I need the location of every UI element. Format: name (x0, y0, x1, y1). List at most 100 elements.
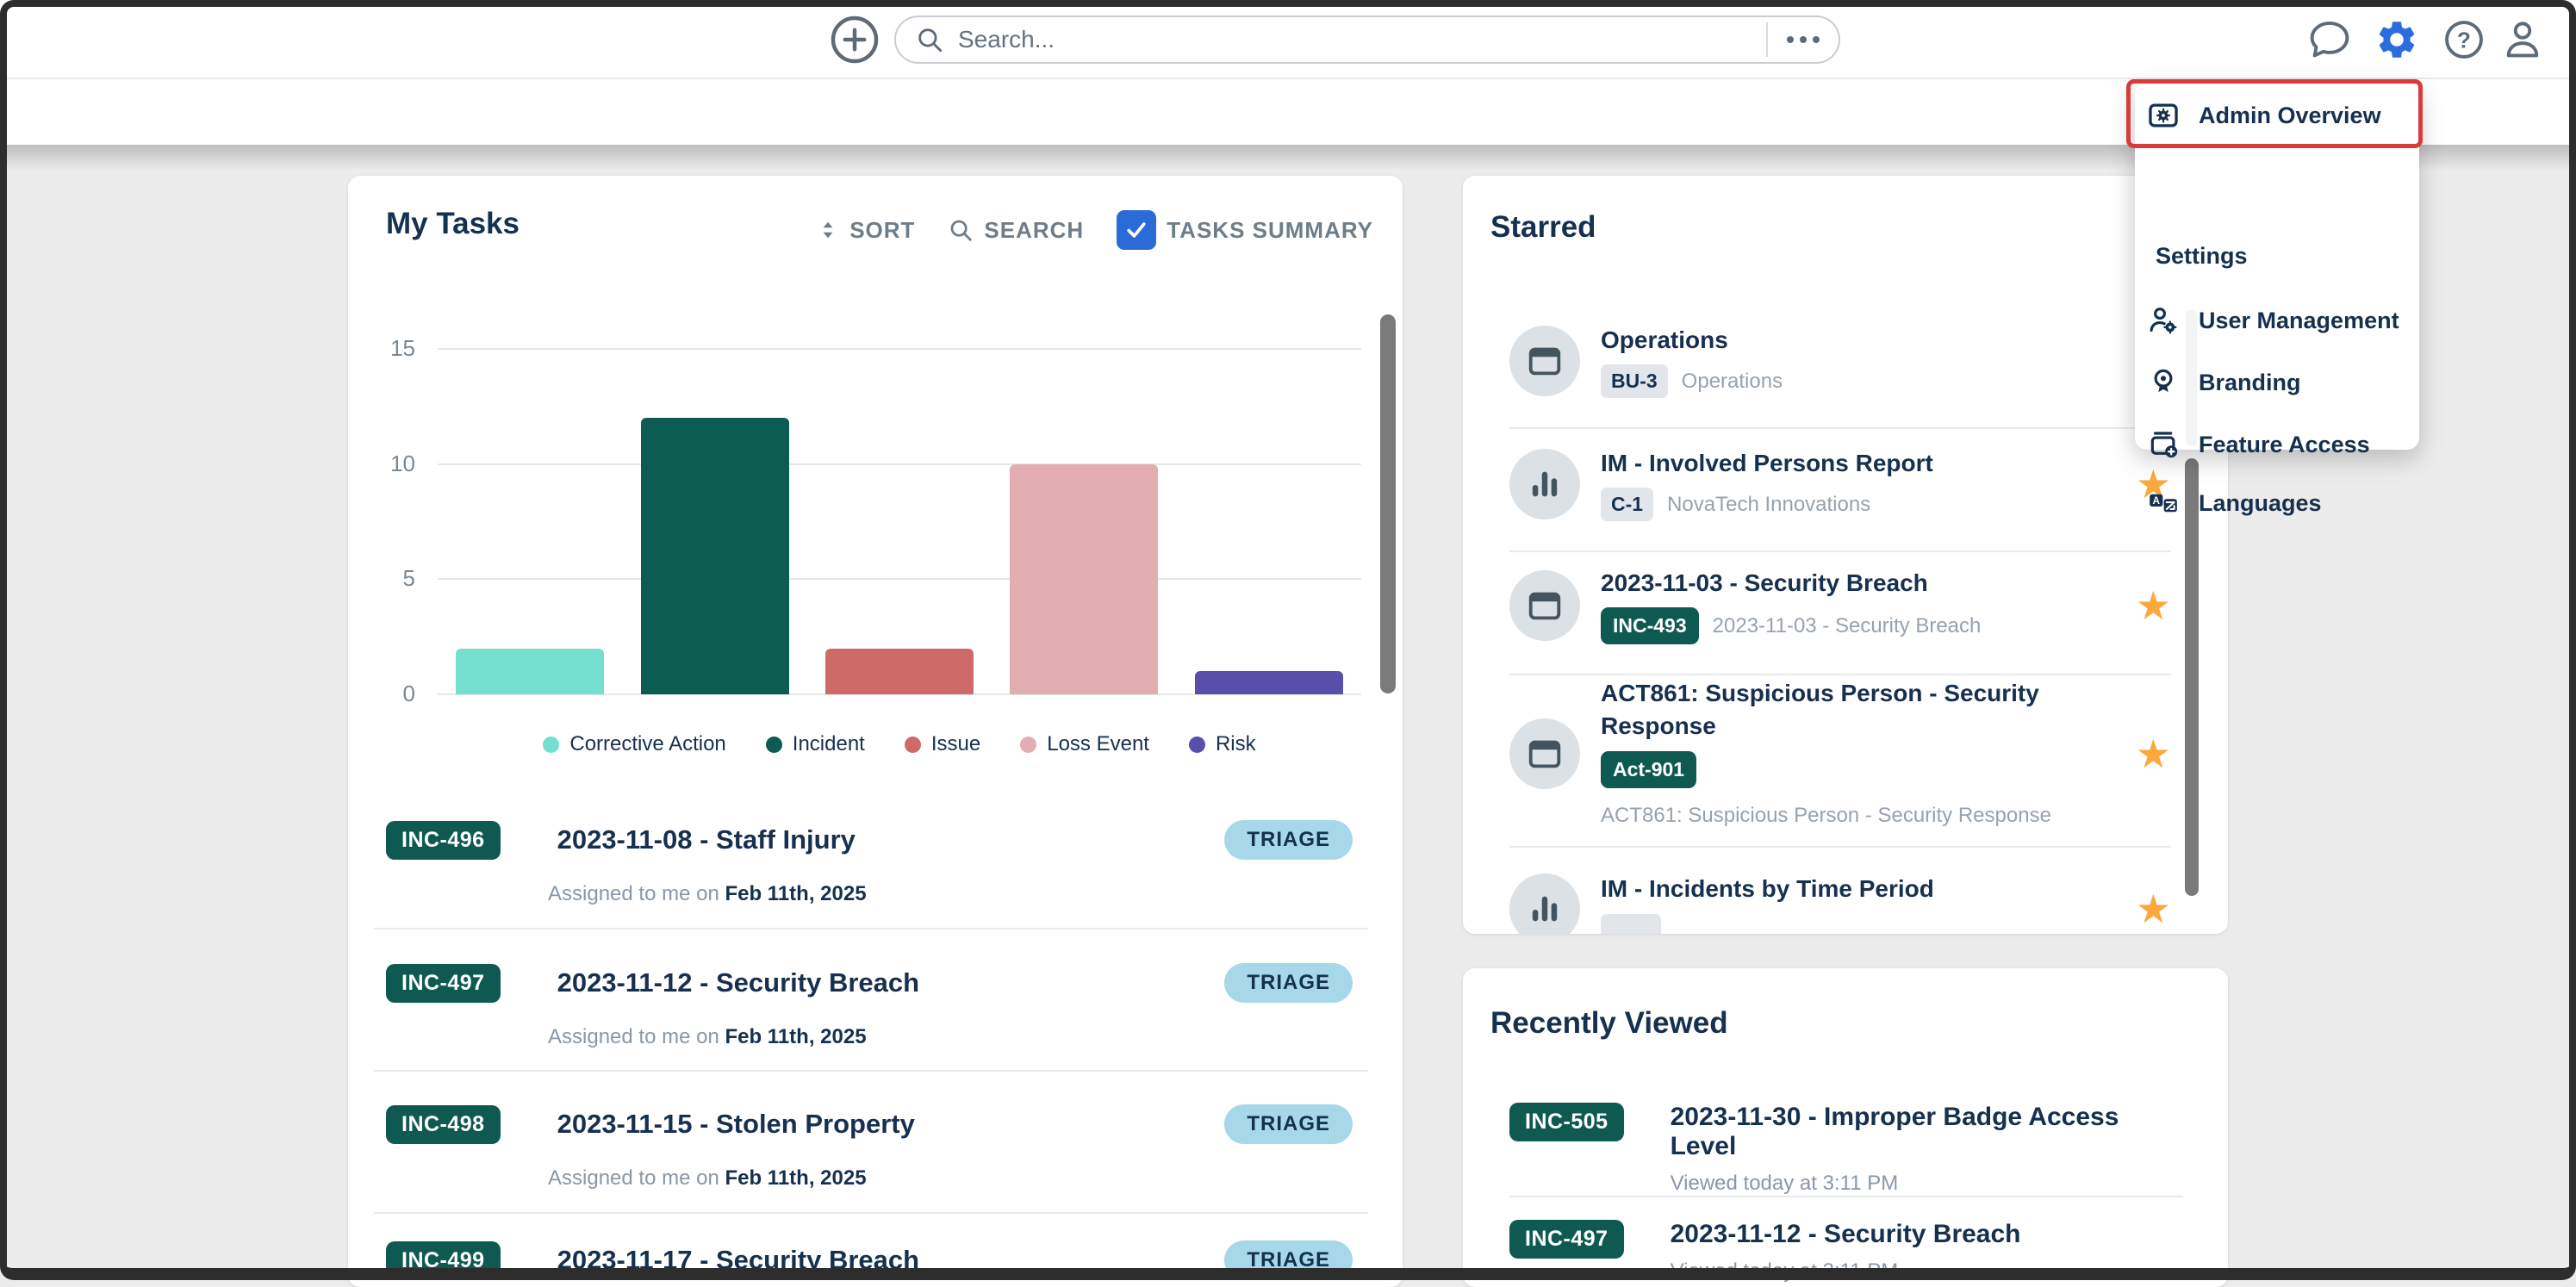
translate-icon: A (2147, 487, 2180, 519)
task-row[interactable]: INC-497 2023-11-12 - Security Breach TRI… (386, 963, 1353, 1049)
chat-icon[interactable] (2307, 17, 2352, 62)
chart-ytick-label: 15 (360, 335, 415, 362)
status-badge: TRIAGE (1224, 1240, 1353, 1280)
row-divider (1509, 427, 2171, 429)
top-bar: ? (0, 0, 2576, 79)
row-divider (1509, 550, 2171, 552)
row-divider (1509, 1196, 2183, 1197)
star-icon[interactable]: ★ (2136, 586, 2171, 625)
chart-gridline (438, 348, 1361, 350)
starred-item-badge: INC-493 (1601, 607, 1699, 644)
search-tasks-button[interactable]: SEARCH (948, 217, 1084, 244)
starred-item[interactable]: ACT861: Suspicious Person - Security Res… (1509, 681, 2171, 827)
row-divider (374, 1070, 1368, 1072)
menu-item-user-management[interactable]: User Management (2147, 296, 2411, 345)
status-badge: TRIAGE (1224, 1104, 1353, 1144)
task-id-badge: INC-496 (386, 821, 501, 860)
recent-id-badge: INC-505 (1509, 1103, 1624, 1141)
starred-title: Starred (1490, 210, 1596, 245)
search-input[interactable] (944, 26, 1766, 53)
settings-dropdown-menu: Admin Overview Settings User Management … (2135, 83, 2419, 450)
task-assigned: Assigned to me on Feb 11th, 2025 (548, 882, 1353, 906)
starred-item-title[interactable]: ACT861: Suspicious Person - Security Res… (1601, 677, 2049, 743)
star-icon[interactable]: ★ (2136, 889, 2171, 929)
sort-icon (817, 217, 839, 243)
starred-item-title[interactable]: 2023-11-03 - Security Breach (1601, 567, 2115, 600)
task-assigned: Assigned to me on Feb 11th, 2025 (548, 1166, 1353, 1191)
sort-button[interactable]: SORT (817, 217, 915, 244)
legend-dot-icon (543, 737, 559, 753)
recently-viewed-title: Recently Viewed (1490, 1006, 1728, 1041)
starred-item[interactable]: 2023-11-03 - Security Breach INC-493 2023… (1509, 558, 2171, 653)
starred-item-subtitle: ACT861: Suspicious Person - Security Res… (1601, 802, 2051, 830)
chart-gridline (438, 463, 1361, 465)
recent-item[interactable]: INC-497 2023-11-12 - Security Breach Vie… (1509, 1220, 2171, 1284)
starred-item-subtitle: Operations (1682, 368, 1783, 395)
row-divider (1509, 846, 2171, 848)
recent-item-title[interactable]: 2023-11-30 - Improper Badge Access Level (1671, 1103, 2171, 1161)
user-gear-icon (2147, 304, 2180, 337)
user-icon[interactable] (2500, 17, 2545, 62)
task-row[interactable]: INC-496 2023-11-08 - Staff Injury TRIAGE… (386, 820, 1353, 906)
row-divider (374, 1212, 1368, 1214)
chart-plot (438, 349, 1361, 694)
legend-dot-icon (905, 737, 921, 753)
bar-risk (1195, 671, 1343, 694)
task-title[interactable]: 2023-11-17 - Security Breach (557, 1245, 1225, 1276)
starred-item[interactable]: Operations BU-3Operations ★ (1509, 314, 2171, 408)
recent-id-badge: INC-497 (1509, 1220, 1624, 1259)
bar-loss-event (1010, 464, 1158, 694)
folder-gear-icon (2147, 99, 2180, 132)
legend-dot-icon (1189, 737, 1205, 753)
box-plus-icon (2147, 428, 2180, 461)
starred-item[interactable]: IM - Involved Persons Report C-1 NovaTech… (1509, 437, 2171, 532)
add-button[interactable] (829, 14, 880, 65)
search-icon (915, 25, 944, 54)
chart-y-axis: 051015 (348, 176, 434, 727)
starred-item-title[interactable]: Operations (1601, 324, 2115, 357)
row-divider (374, 928, 1368, 930)
my-tasks-scrollbar[interactable] (1380, 314, 1396, 693)
task-title[interactable]: 2023-11-15 - Stolen Property (557, 1109, 1225, 1140)
task-id-badge: INC-498 (386, 1105, 501, 1144)
starred-item-title[interactable]: IM - Incidents by Time Period (1601, 873, 2115, 905)
recent-item[interactable]: INC-505 2023-11-30 - Improper Badge Acce… (1509, 1103, 2171, 1196)
row-divider (1509, 674, 2171, 675)
starred-item-subtitle: 2023-11-03 - Security Breach (1713, 612, 1982, 640)
status-badge: TRIAGE (1224, 820, 1353, 860)
task-title[interactable]: 2023-11-12 - Security Breach (557, 967, 1225, 998)
recent-item-title[interactable]: 2023-11-12 - Security Breach (1671, 1220, 2021, 1249)
global-search (894, 16, 1840, 64)
legend-item: Issue (905, 732, 980, 756)
task-title[interactable]: 2023-11-08 - Staff Injury (557, 824, 1225, 855)
search-icon (948, 217, 974, 243)
chart-gridline (438, 578, 1361, 580)
starred-item-title[interactable]: IM - Involved Persons Report (1601, 447, 2115, 480)
starred-item-badge: C-1 (1601, 488, 1653, 521)
checkbox-checked-icon[interactable] (1117, 210, 1156, 250)
menu-item-branding[interactable]: Branding (2147, 358, 2411, 407)
starred-item[interactable]: IM - Incidents by Time Period ★ (1509, 861, 2171, 934)
tasks-summary-toggle[interactable]: TASKS SUMMARY (1117, 210, 1373, 250)
search-more-button[interactable] (1766, 22, 1839, 57)
task-row[interactable]: INC-498 2023-11-15 - Stolen Property TRI… (386, 1104, 1353, 1191)
task-id-badge: INC-499 (386, 1241, 501, 1280)
starred-panel: Starred Operations BU-3Operations ★ IM -… (1463, 176, 2228, 934)
gear-icon[interactable] (2374, 17, 2419, 62)
legend-dot-icon (1020, 737, 1036, 753)
menu-item-languages[interactable]: A Languages (2147, 479, 2411, 527)
menu-item-admin-overview[interactable]: Admin Overview (2147, 91, 2411, 140)
legend-dot-icon (766, 737, 782, 753)
star-icon[interactable]: ★ (2136, 734, 2171, 774)
bar-chart-icon (1509, 449, 1580, 519)
bar-issue (825, 649, 974, 694)
bar-chart-icon (1509, 874, 1580, 934)
menu-item-feature-access[interactable]: Feature Access (2147, 420, 2411, 469)
window-icon (1509, 718, 1580, 789)
chart-legend: Corrective ActionIncidentIssueLoss Event… (438, 725, 1361, 763)
help-icon[interactable]: ? (2442, 17, 2486, 62)
bar-incident (641, 418, 789, 694)
menu-section-settings: Settings (2156, 243, 2248, 270)
task-row[interactable]: INC-499 2023-11-17 - Security Breach TRI… (386, 1240, 1353, 1280)
starred-item-subtitle: NovaTech Innovations (1667, 491, 1870, 519)
